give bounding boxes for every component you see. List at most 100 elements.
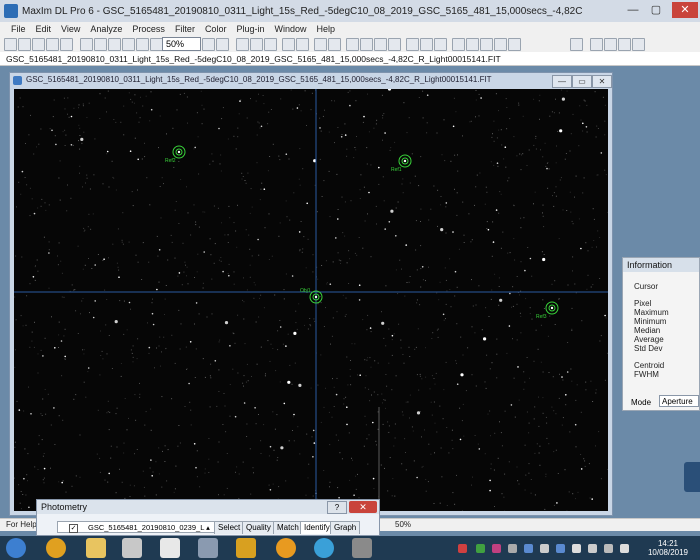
star [556,502,558,504]
menu-view[interactable]: View [56,24,85,34]
calibrate-icon[interactable] [346,38,359,51]
menu-edit[interactable]: Edit [31,24,57,34]
chart-taskbar-icon[interactable] [236,538,256,558]
information-title: Information [623,258,699,272]
histogram-icon[interactable] [108,38,121,51]
photometry-close-button[interactable]: ✕ [349,501,377,513]
tab-identify[interactable]: Identify [300,521,334,534]
star [260,125,263,128]
minimize-button[interactable]: — [622,2,644,18]
resize-icon[interactable] [264,38,277,51]
maximize-button[interactable]: ▢ [645,2,667,18]
tray-bluetooth-icon[interactable] [572,544,581,553]
star [151,312,154,315]
x-app-taskbar-icon[interactable] [160,538,180,558]
stretch-icon[interactable] [632,38,645,51]
tab-graph[interactable]: Graph [330,521,361,534]
status-help-text: For Help [6,520,37,529]
paste-icon[interactable] [60,38,73,51]
menu-filter[interactable]: Filter [170,24,200,34]
contrast-icon[interactable] [604,38,617,51]
image-close-button[interactable]: ✕ [592,75,612,88]
tray-network-icon[interactable] [604,544,613,553]
taskbar-clock[interactable]: 14:21 10/08/2019 [638,539,698,557]
pencil-icon[interactable] [570,38,583,51]
tray-monitor-icon[interactable] [540,544,549,553]
close-button[interactable]: ✕ [672,2,698,18]
tab-match[interactable]: Match [273,521,303,534]
mode-select[interactable]: Aperture [659,395,699,407]
photometry-icon[interactable] [508,38,521,51]
photometry-marker-ref1[interactable]: Ref1 [391,154,412,173]
tray-flag-icon[interactable] [588,544,597,553]
tray-chat-icon[interactable] [524,544,533,553]
photometry-marker-obj1[interactable]: Obj1 [300,288,323,304]
start-button[interactable] [6,538,26,558]
maxim-taskbar-icon[interactable] [352,538,372,558]
info-icon[interactable] [466,38,479,51]
side-widget-icon[interactable] [684,462,700,492]
image-restore-button[interactable]: ▭ [572,75,592,88]
photometry-marker-ref2[interactable]: Ref2 [165,145,186,164]
photometry-help-button[interactable]: ? [327,501,347,514]
bin-icon[interactable] [250,38,263,51]
photometry-marker-ref3[interactable]: Ref3 [536,301,559,320]
align-icon[interactable] [296,38,309,51]
sun-icon[interactable] [590,38,603,51]
menu-process[interactable]: Process [127,24,170,34]
menu-color[interactable]: Color [200,24,232,34]
cut-icon[interactable] [32,38,45,51]
tray-update-icon[interactable] [476,544,485,553]
open-icon[interactable] [4,38,17,51]
zoom-out-icon[interactable] [136,38,149,51]
file-path-field[interactable]: GSC_5165481_20190810_0311_Light_15s_Red_… [0,52,700,66]
camera-icon[interactable] [360,38,373,51]
observatory-icon[interactable] [374,38,387,51]
tray-cloud-icon[interactable] [508,544,517,553]
telescope-icon[interactable] [388,38,401,51]
star [359,374,362,377]
settings-icon[interactable] [406,38,419,51]
tray-volume-icon[interactable] [620,544,629,553]
telescope-taskbar-icon[interactable] [122,538,142,558]
save-icon[interactable] [18,38,31,51]
star-field-canvas[interactable]: Ref2 Ref1 Obj1 Ref3 [14,89,608,511]
display-icon[interactable] [94,38,107,51]
star-field-image[interactable]: Ref2 Ref1 Obj1 Ref3 [14,89,608,511]
screen-stretch-icon[interactable] [80,38,93,51]
color-balance-icon[interactable] [618,38,631,51]
tray-usb-icon[interactable] [556,544,565,553]
photometry-image-checkbox[interactable]: ✓ [69,524,78,533]
zoom-in-icon[interactable] [122,38,135,51]
rotate-icon[interactable] [202,38,215,51]
image-minimize-button[interactable]: — [552,75,572,88]
crop-icon[interactable] [236,38,249,51]
explorer-taskbar-icon[interactable] [86,538,106,558]
menu-help[interactable]: Help [311,24,340,34]
copy-icon[interactable] [46,38,59,51]
star-icon[interactable] [282,38,295,51]
star [150,108,153,111]
measure-icon[interactable] [480,38,493,51]
sequence-icon[interactable] [434,38,447,51]
tray-app-icon[interactable] [492,544,501,553]
observatory-taskbar-icon[interactable] [198,538,218,558]
tab-select[interactable]: Select [214,521,245,534]
tab-quality[interactable]: Quality [242,521,275,534]
graph-icon[interactable] [452,38,465,51]
crosshair-icon[interactable] [314,38,327,51]
tray-alert-icon[interactable] [458,544,467,553]
line-profile-icon[interactable] [494,38,507,51]
plus-icon[interactable] [328,38,341,51]
flip-icon[interactable] [216,38,229,51]
menu-analyze[interactable]: Analyze [85,24,127,34]
browser-taskbar-icon[interactable] [314,538,334,558]
focus-taskbar-icon[interactable] [276,538,296,558]
menu-window[interactable]: Window [269,24,311,34]
zoom-select[interactable]: 50% [162,37,201,51]
menu-file[interactable]: File [6,24,31,34]
star [279,326,282,328]
chrome-taskbar-icon[interactable] [46,538,66,558]
stack-icon[interactable] [420,38,433,51]
menu-plugin[interactable]: Plug-in [231,24,269,34]
